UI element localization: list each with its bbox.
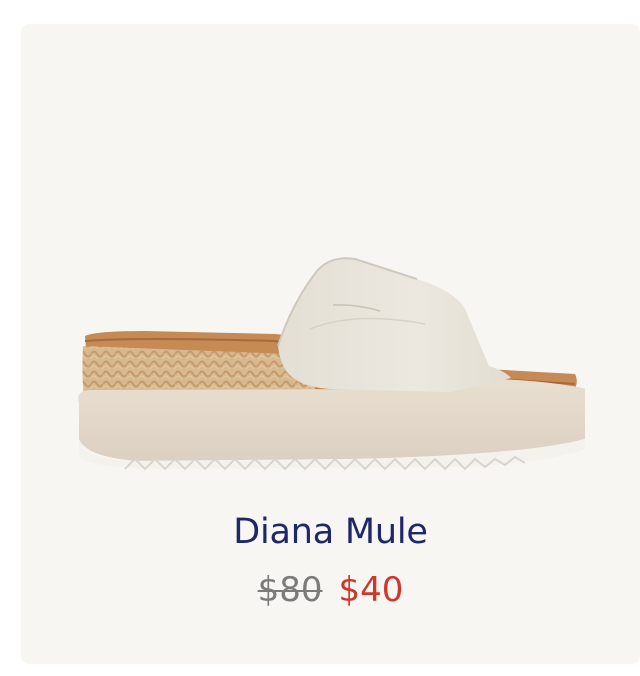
price-row: $80 $40 xyxy=(21,570,640,610)
product-name[interactable]: Diana Mule xyxy=(21,512,640,552)
sandal-image[interactable] xyxy=(55,249,585,499)
sale-price: $40 xyxy=(338,570,404,610)
original-price: $80 xyxy=(257,570,323,610)
product-card[interactable]: Diana Mule $80 $40 xyxy=(21,24,640,664)
